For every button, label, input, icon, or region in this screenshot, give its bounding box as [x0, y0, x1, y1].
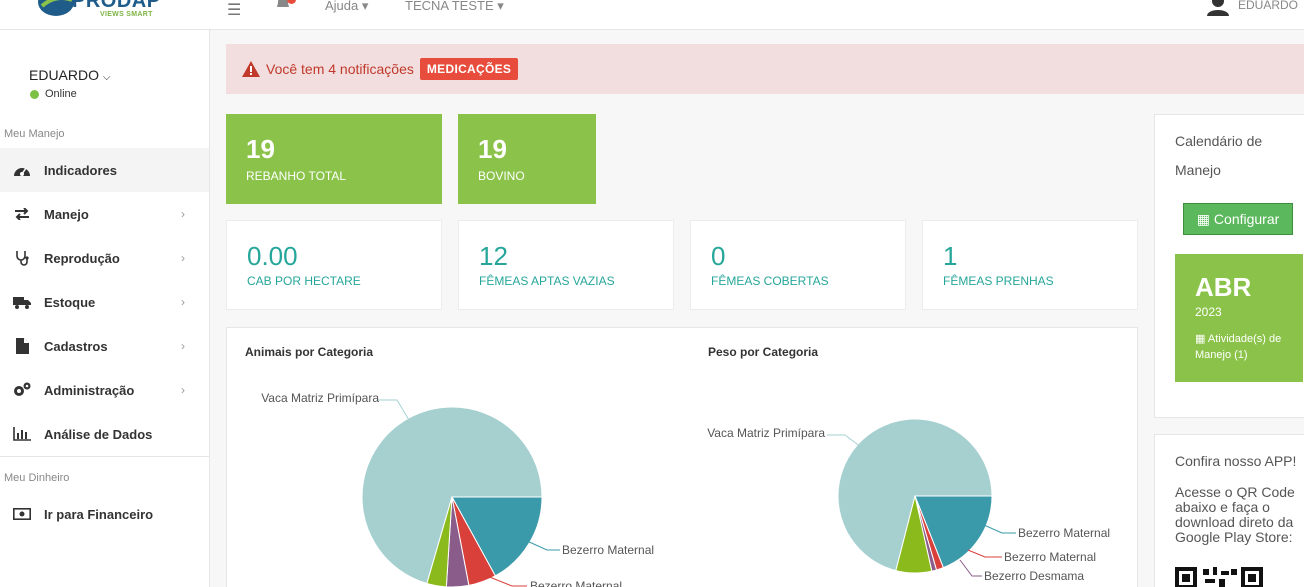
stat-value: 19	[478, 134, 507, 164]
charts-panel: Animais por Categoria Peso por Categoria…	[226, 327, 1138, 587]
pie-label: Bezerro Maternal	[1004, 550, 1096, 564]
app-description: Acesse o QR Code abaixo e faça o downloa…	[1175, 484, 1295, 545]
app-panel: Confira nosso APP! Acesse o QR Code abai…	[1154, 434, 1304, 587]
pie-charts: Vaca Matriz Primípara Bezerro Maternal Bez…	[261, 391, 1110, 587]
user-status: Online	[30, 88, 77, 100]
pie-label: Bezerro Maternal	[562, 543, 654, 557]
file-icon	[0, 338, 44, 354]
chevron-right-icon: ›	[181, 295, 185, 309]
online-dot	[30, 89, 39, 99]
dashboard-icon	[0, 163, 44, 177]
calendar-title: Calendário de Manejo	[1175, 133, 1263, 178]
stat-value: 12	[479, 241, 508, 271]
sidebar-item-analise-dados[interactable]: Análise de Dados	[0, 412, 209, 456]
section-meu-manejo: Meu Manejo	[4, 128, 65, 140]
chevron-right-icon: ›	[181, 251, 185, 265]
stat-card-cab-hectare[interactable]: 0.00 CAB POR HECTARE	[226, 220, 442, 310]
calendar-icon: ▦	[1195, 333, 1206, 345]
chevron-right-icon: ›	[181, 207, 185, 221]
top-bar: PRODAP VIEWS SMART ☰ Ajuda ▾ TECNA TESTE…	[0, 0, 1304, 30]
section-meu-dinheiro: Meu Dinheiro	[4, 472, 70, 484]
bar-chart-icon	[0, 427, 44, 441]
stat-value: 19	[246, 134, 275, 164]
stethoscope-icon	[0, 250, 44, 266]
stat-label: BOVINO	[478, 169, 525, 183]
stat-label: REBANHO TOTAL	[246, 169, 347, 183]
logo-subtitle: VIEWS SMART	[100, 11, 153, 18]
calendar-panel: Calendário de Manejo ▦ Configurar ABR 202…	[1154, 114, 1304, 418]
sidebar-item-indicadores[interactable]: Indicadores	[0, 148, 209, 192]
sidebar-item-administracao[interactable]: Administração ›	[0, 368, 209, 412]
stat-card-bovino[interactable]: 19 BOVINO	[458, 114, 596, 204]
calendar-icon: ▦	[1196, 210, 1210, 227]
exchange-icon	[0, 208, 44, 220]
qr-code[interactable]	[1175, 565, 1295, 587]
medicacoes-badge[interactable]: MEDICAÇÕES	[419, 58, 519, 80]
year-label: 2023	[1195, 305, 1222, 319]
help-menu[interactable]: Ajuda ▾	[325, 0, 368, 14]
alert-text: Você tem 4 notificações	[266, 61, 414, 77]
money-icon	[0, 508, 44, 520]
pie-label-line	[967, 549, 1002, 558]
sidebar-item-reproducao[interactable]: Reprodução ›	[0, 236, 209, 280]
stat-card-femeas-prenhas[interactable]: 1 FÊMEAS PRENHAS	[922, 220, 1138, 310]
sidebar-item-manejo[interactable]: Manejo ›	[0, 192, 209, 236]
activities-label: ▦ Atividade(s) de Manejo (1)	[1195, 333, 1282, 361]
pie-label: Bezerro Desmama	[984, 569, 1084, 583]
sidebar-divider	[0, 456, 209, 457]
pie-label-line	[959, 559, 982, 577]
stat-label: FÊMEAS COBERTAS	[711, 274, 829, 288]
sidebar: EDUARDO ⌵ Online Meu Manejo Indicadores …	[0, 30, 210, 587]
top-user-name[interactable]: EDUARDO	[1238, 0, 1298, 12]
notification-dot	[287, 0, 296, 4]
stat-card-femeas-aptas-vazias[interactable]: 12 FÊMEAS APTAS VAZIAS	[458, 220, 674, 310]
pie-label-line	[983, 524, 1016, 534]
stat-value: 0.00	[247, 241, 298, 271]
month-card[interactable]: ABR 2023 ▦ Atividade(s) de Manejo (1)	[1175, 254, 1303, 382]
stat-label: FÊMEAS APTAS VAZIAS	[479, 274, 615, 288]
truck-icon	[0, 296, 44, 309]
cogs-icon	[0, 382, 44, 398]
hamburger-menu-icon[interactable]: ☰	[227, 0, 241, 20]
warning-icon	[242, 61, 260, 77]
configurar-button[interactable]: ▦ Configurar	[1183, 203, 1293, 235]
sidebar-user-name[interactable]: EDUARDO ⌵	[29, 67, 111, 83]
month-label: ABR	[1195, 272, 1252, 302]
sidebar-item-cadastros[interactable]: Cadastros ›	[0, 324, 209, 368]
sidebar-item-financeiro[interactable]: Ir para Financeiro	[0, 492, 209, 536]
farm-selector[interactable]: TECNA TESTE ▾	[405, 0, 504, 14]
chevron-down-icon: ⌵	[102, 72, 111, 83]
stat-label: FÊMEAS PRENHAS	[943, 274, 1054, 288]
chevron-right-icon: ›	[181, 339, 185, 353]
pie-label: Bezerro Maternal	[1018, 526, 1110, 540]
pie-label: Vaca Matriz Primípara	[707, 426, 825, 440]
stat-value: 0	[711, 241, 726, 271]
stat-label: CAB POR HECTARE	[247, 274, 361, 288]
app-title: Confira nosso APP!	[1175, 453, 1297, 469]
user-icon[interactable]	[1206, 0, 1230, 16]
stat-card-femeas-cobertas[interactable]: 0 FÊMEAS COBERTAS	[690, 220, 906, 310]
stat-card-rebanho-total[interactable]: 19 REBANHO TOTAL	[226, 114, 442, 204]
sidebar-item-estoque[interactable]: Estoque ›	[0, 280, 209, 324]
chevron-right-icon: ›	[181, 383, 185, 397]
notification-alert: Você tem 4 notificações MEDICAÇÕES	[226, 44, 1304, 94]
pie-label: Bezerro Maternal	[530, 579, 622, 587]
pie-label-line	[526, 540, 560, 551]
stat-value: 1	[943, 241, 958, 271]
pie-label: Vaca Matriz Primípara	[261, 391, 379, 405]
